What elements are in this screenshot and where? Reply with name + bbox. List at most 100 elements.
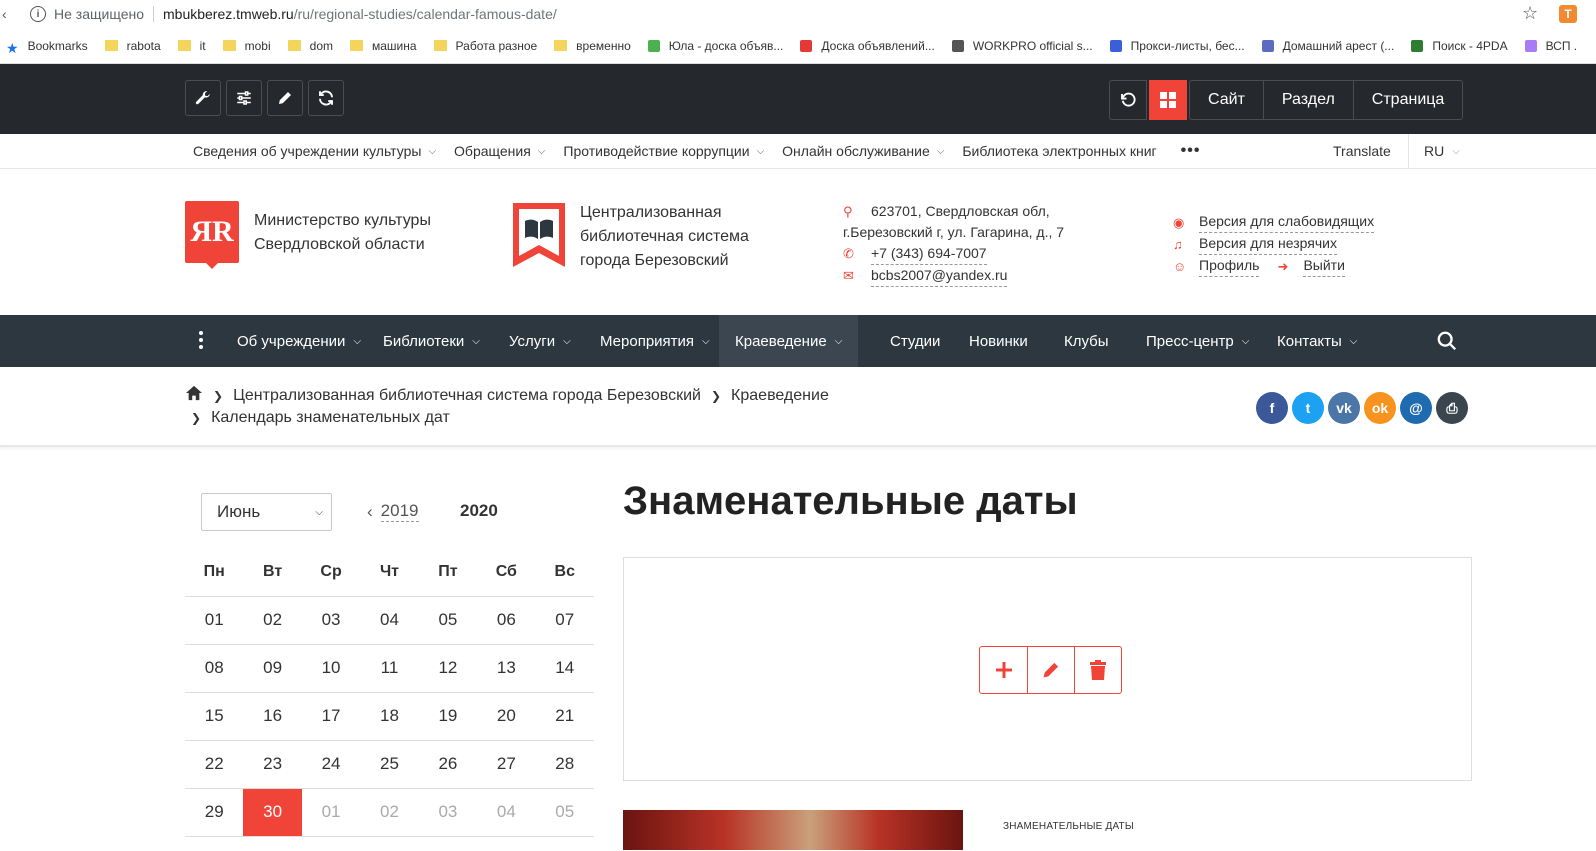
breadcrumb-item[interactable]: Централизованная библиотечная система го… [233,387,701,405]
calendar-day[interactable]: 28 [535,740,594,789]
grid-icon[interactable] [1149,80,1187,120]
bookmark-item[interactable]: Прокси-листы, бес... [1109,39,1245,53]
edit-pencil-icon[interactable] [1027,647,1074,693]
vk-icon[interactable]: vk [1328,392,1360,424]
bookmark-item[interactable]: it [177,39,206,53]
sliders-icon[interactable] [226,80,262,116]
profile-link[interactable]: Профиль [1199,255,1260,277]
translate-link[interactable]: Translate [1333,143,1391,159]
calendar-day[interactable]: 27 [477,740,536,789]
calendar-day[interactable]: 13 [477,644,536,693]
calendar-day[interactable]: 03 [418,788,478,837]
info-icon[interactable]: i [30,6,46,22]
calendar-day[interactable]: 10 [301,644,361,693]
wrench-icon[interactable] [185,80,221,116]
library-system-name[interactable]: Централизованная библиотечная система го… [580,201,749,273]
calendar-day[interactable]: 02 [243,596,302,645]
top-menu-item-ebooks[interactable]: Библиотека электронных книг [962,143,1156,159]
nav-item[interactable]: Об учреждении ⌵ [221,315,377,367]
calendar-day[interactable]: 24 [301,740,361,789]
calendar-day[interactable]: 01 [185,596,244,645]
undo-icon[interactable] [1109,80,1147,120]
calendar-day[interactable]: 05 [535,788,594,837]
calendar-day[interactable]: 11 [360,644,419,693]
calendar-day[interactable]: 23 [243,740,302,789]
logout-link[interactable]: Выйти [1303,255,1345,277]
top-menu-item-appeals[interactable]: Обращения ⌵ [454,143,545,159]
bookmark-item[interactable]: ВСП . [1524,39,1577,53]
odnoklassniki-icon[interactable]: ok [1364,392,1396,424]
nav-item[interactable]: Мероприятия ⌵ [584,315,726,367]
page-button[interactable]: Страница [1352,81,1463,119]
event-thumbnail[interactable] [623,810,963,850]
calendar-day[interactable]: 02 [360,788,419,837]
add-icon[interactable] [980,647,1027,693]
calendar-day[interactable]: 05 [418,596,478,645]
bookmark-item[interactable]: Работа разное [433,39,537,53]
bookmark-item[interactable]: rabota [104,39,161,53]
prev-year-link[interactable]: ‹ 2019 [367,501,419,522]
calendar-day[interactable]: 25 [360,740,419,789]
extension-icon[interactable]: T [1559,5,1577,23]
ministry-name[interactable]: Министерство культуры Свердловской облас… [254,209,431,257]
mail-icon[interactable]: @ [1400,392,1432,424]
ministry-logo[interactable]: ЯR [185,201,239,269]
bookmark-item[interactable]: машина [349,39,417,53]
top-menu-item-online-service[interactable]: Онлайн обслуживание ⌵ [782,143,944,159]
calendar-day[interactable]: 30 [243,788,302,837]
calendar-day[interactable]: 12 [418,644,478,693]
bookmark-item[interactable]: временно [554,39,631,53]
calendar-day[interactable]: 22 [185,740,244,789]
calendar-day[interactable]: 29 [185,788,244,837]
month-select[interactable]: Июнь ⌵ [201,493,332,531]
language-selector[interactable]: RU ⌵ [1424,143,1460,159]
low-vision-link[interactable]: Версия для слабовидящих [1199,211,1375,233]
bookmark-item[interactable]: mobi [222,39,271,53]
phone-link[interactable]: +7 (343) 694-7007 [871,243,987,265]
nav-item[interactable]: Клубы [1048,315,1125,367]
bookmark-item[interactable]: WORKPRO official s... [951,39,1093,53]
calendar-day[interactable]: 18 [360,692,419,741]
twitter-icon[interactable]: t [1292,392,1324,424]
calendar-day[interactable]: 03 [301,596,361,645]
site-button[interactable]: Сайт [1190,81,1263,119]
nav-item[interactable]: Студии [874,315,956,367]
calendar-day[interactable]: 07 [535,596,594,645]
blind-version-link[interactable]: Версия для незрячих [1199,233,1337,255]
calendar-day[interactable]: 16 [243,692,302,741]
menu-dots-icon[interactable] [199,331,203,352]
breadcrumb-item[interactable]: Краеведение [731,387,829,405]
calendar-day[interactable]: 21 [535,692,594,741]
bookmark-item[interactable]: dom [287,39,333,53]
category-tag[interactable]: ЗНАМЕНАТЕЛЬНЫЕ ДАТЫ [1003,821,1134,832]
search-icon[interactable] [1436,330,1458,356]
library-logo-icon[interactable] [513,203,565,267]
calendar-day[interactable]: 09 [243,644,302,693]
facebook-icon[interactable]: f [1256,392,1288,424]
calendar-day[interactable]: 06 [477,596,536,645]
bookmark-item[interactable]: ★ Bookmarks [6,39,88,56]
section-button[interactable]: Раздел [1262,81,1353,119]
calendar-day[interactable]: 08 [185,644,244,693]
nav-item[interactable]: Библиотеки ⌵ [367,315,496,367]
bookmark-item[interactable]: Поиск - 4PDA [1411,39,1508,53]
print-icon[interactable]: ⎙ [1436,392,1468,424]
calendar-day[interactable]: 04 [477,788,536,837]
back-arrow-icon[interactable]: ‹ [0,6,18,22]
calendar-day[interactable]: 17 [301,692,361,741]
calendar-day[interactable]: 26 [418,740,478,789]
pencil-icon[interactable] [267,80,303,116]
bookmark-star-icon[interactable]: ☆ [1522,3,1538,24]
url-field[interactable]: mbukberez.tmweb.ru/ru/regional-studies/c… [163,6,557,22]
nav-item[interactable]: Новинки [953,315,1044,367]
calendar-day[interactable]: 19 [418,692,478,741]
calendar-day[interactable]: 14 [535,644,594,693]
bookmark-item[interactable]: Домашний арест (... [1261,39,1394,53]
trash-icon[interactable] [1074,647,1121,693]
calendar-day[interactable]: 20 [477,692,536,741]
nav-item[interactable]: Услуги ⌵ [493,315,587,367]
email-link[interactable]: bcbs2007@yandex.ru [871,265,1008,287]
bookmark-item[interactable]: Доска объявлений... [800,39,935,53]
refresh-icon[interactable] [308,80,344,116]
calendar-day[interactable]: 04 [360,596,419,645]
